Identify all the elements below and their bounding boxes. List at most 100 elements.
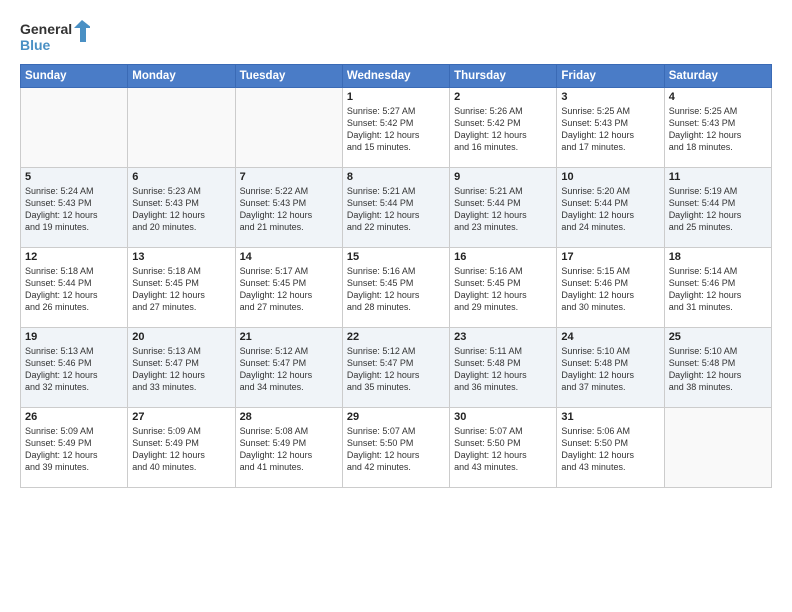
calendar-cell: 31Sunrise: 5:06 AMSunset: 5:50 PMDayligh… [557, 408, 664, 488]
calendar-cell: 4Sunrise: 5:25 AMSunset: 5:43 PMDaylight… [664, 88, 771, 168]
svg-text:Blue: Blue [20, 37, 51, 53]
day-info: Sunrise: 5:16 AMSunset: 5:45 PMDaylight:… [454, 265, 552, 314]
calendar-cell: 3 Sunrise: 5:25 AMSunset: 5:43 PMDaylight… [557, 88, 664, 168]
calendar-cell: 15Sunrise: 5:16 AMSunset: 5:45 PMDayligh… [342, 248, 449, 328]
weekday-header-saturday: Saturday [664, 65, 771, 88]
day-number: 7 [240, 171, 338, 183]
day-number: 10 [561, 171, 659, 183]
calendar-cell: 9Sunrise: 5:21 AMSunset: 5:44 PMDaylight… [450, 168, 557, 248]
calendar-cell: 11 Sunrise: 5:19 AMSunset: 5:44 PMDayligh… [664, 168, 771, 248]
weekday-header-friday: Friday [557, 65, 664, 88]
week-row-5: 26 Sunrise: 5:09 AMSunset: 5:49 PMDayligh… [21, 408, 772, 488]
day-number: 5 [25, 171, 123, 183]
day-info: Sunrise: 5:09 AMSunset: 5:49 PMDaylight:… [25, 425, 123, 474]
day-number: 3 [561, 91, 659, 103]
day-number: 6 [132, 171, 230, 183]
weekday-header-tuesday: Tuesday [235, 65, 342, 88]
day-info: Sunrise: 5:18 AMSunset: 5:44 PMDaylight:… [25, 265, 123, 314]
day-number: 13 [132, 251, 230, 263]
calendar-cell: 29 Sunrise: 5:07 AMSunset: 5:50 PMDayligh… [342, 408, 449, 488]
calendar-cell: 2Sunrise: 5:26 AMSunset: 5:42 PMDaylight… [450, 88, 557, 168]
day-info: Sunrise: 5:13 AMSunset: 5:47 PMDaylight:… [132, 345, 230, 394]
calendar-cell [235, 88, 342, 168]
week-row-3: 12 Sunrise: 5:18 AMSunset: 5:44 PMDayligh… [21, 248, 772, 328]
calendar-cell: 10 Sunrise: 5:20 AMSunset: 5:44 PMDayligh… [557, 168, 664, 248]
calendar-cell: 16Sunrise: 5:16 AMSunset: 5:45 PMDayligh… [450, 248, 557, 328]
day-info: Sunrise: 5:17 AMSunset: 5:45 PMDaylight:… [240, 265, 338, 314]
weekday-header-sunday: Sunday [21, 65, 128, 88]
calendar-cell: 13 Sunrise: 5:18 AMSunset: 5:45 PMDayligh… [128, 248, 235, 328]
calendar-cell [128, 88, 235, 168]
day-info: Sunrise: 5:12 AMSunset: 5:47 PMDaylight:… [240, 345, 338, 394]
logo-icon: General Blue [20, 18, 90, 56]
day-info: Sunrise: 5:27 AMSunset: 5:42 PMDaylight:… [347, 105, 445, 154]
calendar-cell: 5 Sunrise: 5:24 AMSunset: 5:43 PMDaylight… [21, 168, 128, 248]
weekday-header-row: SundayMondayTuesdayWednesdayThursdayFrid… [21, 65, 772, 88]
week-row-2: 5 Sunrise: 5:24 AMSunset: 5:43 PMDaylight… [21, 168, 772, 248]
week-row-1: 1 Sunrise: 5:27 AMSunset: 5:42 PMDaylight… [21, 88, 772, 168]
calendar-cell: 25 Sunrise: 5:10 AMSunset: 5:48 PMDayligh… [664, 328, 771, 408]
day-number: 2 [454, 91, 552, 103]
day-number: 23 [454, 331, 552, 343]
day-info: Sunrise: 5:18 AMSunset: 5:45 PMDaylight:… [132, 265, 230, 314]
calendar-cell: 17Sunrise: 5:15 AMSunset: 5:46 PMDayligh… [557, 248, 664, 328]
day-number: 12 [25, 251, 123, 263]
calendar-cell: 21Sunrise: 5:12 AMSunset: 5:47 PMDayligh… [235, 328, 342, 408]
calendar-cell: 12 Sunrise: 5:18 AMSunset: 5:44 PMDayligh… [21, 248, 128, 328]
day-info: Sunrise: 5:10 AMSunset: 5:48 PMDaylight:… [561, 345, 659, 394]
calendar-cell: 24 Sunrise: 5:10 AMSunset: 5:48 PMDayligh… [557, 328, 664, 408]
day-info: Sunrise: 5:16 AMSunset: 5:45 PMDaylight:… [347, 265, 445, 314]
day-info: Sunrise: 5:15 AMSunset: 5:46 PMDaylight:… [561, 265, 659, 314]
day-info: Sunrise: 5:19 AMSunset: 5:44 PMDaylight:… [669, 185, 767, 234]
calendar-cell: 8 Sunrise: 5:21 AMSunset: 5:44 PMDaylight… [342, 168, 449, 248]
calendar-cell [664, 408, 771, 488]
day-number: 30 [454, 411, 552, 423]
day-number: 22 [347, 331, 445, 343]
day-info: Sunrise: 5:12 AMSunset: 5:47 PMDaylight:… [347, 345, 445, 394]
svg-text:General: General [20, 21, 72, 37]
day-info: Sunrise: 5:09 AMSunset: 5:49 PMDaylight:… [132, 425, 230, 474]
day-info: Sunrise: 5:10 AMSunset: 5:48 PMDaylight:… [669, 345, 767, 394]
day-number: 29 [347, 411, 445, 423]
day-number: 1 [347, 91, 445, 103]
day-info: Sunrise: 5:11 AMSunset: 5:48 PMDaylight:… [454, 345, 552, 394]
calendar-cell: 20Sunrise: 5:13 AMSunset: 5:47 PMDayligh… [128, 328, 235, 408]
logo: General Blue [20, 18, 90, 56]
header: General Blue [20, 18, 772, 56]
calendar-cell: 1 Sunrise: 5:27 AMSunset: 5:42 PMDaylight… [342, 88, 449, 168]
day-info: Sunrise: 5:07 AMSunset: 5:50 PMDaylight:… [347, 425, 445, 474]
weekday-header-wednesday: Wednesday [342, 65, 449, 88]
calendar-cell: 6 Sunrise: 5:23 AMSunset: 5:43 PMDaylight… [128, 168, 235, 248]
day-info: Sunrise: 5:20 AMSunset: 5:44 PMDaylight:… [561, 185, 659, 234]
calendar-cell: 23 Sunrise: 5:11 AMSunset: 5:48 PMDayligh… [450, 328, 557, 408]
day-number: 8 [347, 171, 445, 183]
weekday-header-monday: Monday [128, 65, 235, 88]
calendar-cell [21, 88, 128, 168]
day-info: Sunrise: 5:21 AMSunset: 5:44 PMDaylight:… [347, 185, 445, 234]
day-info: Sunrise: 5:22 AMSunset: 5:43 PMDaylight:… [240, 185, 338, 234]
day-number: 25 [669, 331, 767, 343]
day-number: 9 [454, 171, 552, 183]
day-number: 19 [25, 331, 123, 343]
day-number: 18 [669, 251, 767, 263]
day-number: 24 [561, 331, 659, 343]
day-info: Sunrise: 5:25 AMSunset: 5:43 PMDaylight:… [561, 105, 659, 154]
weekday-header-thursday: Thursday [450, 65, 557, 88]
calendar-cell: 19Sunrise: 5:13 AMSunset: 5:46 PMDayligh… [21, 328, 128, 408]
calendar-cell: 7 Sunrise: 5:22 AMSunset: 5:43 PMDaylight… [235, 168, 342, 248]
week-row-4: 19Sunrise: 5:13 AMSunset: 5:46 PMDayligh… [21, 328, 772, 408]
calendar-cell: 26 Sunrise: 5:09 AMSunset: 5:49 PMDayligh… [21, 408, 128, 488]
day-number: 11 [669, 171, 767, 183]
page: General Blue SundayMondayTuesdayWednesda… [0, 0, 792, 612]
day-info: Sunrise: 5:24 AMSunset: 5:43 PMDaylight:… [25, 185, 123, 234]
day-number: 26 [25, 411, 123, 423]
calendar-cell: 30Sunrise: 5:07 AMSunset: 5:50 PMDayligh… [450, 408, 557, 488]
day-info: Sunrise: 5:23 AMSunset: 5:43 PMDaylight:… [132, 185, 230, 234]
day-info: Sunrise: 5:08 AMSunset: 5:49 PMDaylight:… [240, 425, 338, 474]
calendar-cell: 18Sunrise: 5:14 AMSunset: 5:46 PMDayligh… [664, 248, 771, 328]
day-number: 28 [240, 411, 338, 423]
day-number: 14 [240, 251, 338, 263]
day-number: 31 [561, 411, 659, 423]
calendar-table: SundayMondayTuesdayWednesdayThursdayFrid… [20, 64, 772, 488]
calendar-cell: 14 Sunrise: 5:17 AMSunset: 5:45 PMDayligh… [235, 248, 342, 328]
